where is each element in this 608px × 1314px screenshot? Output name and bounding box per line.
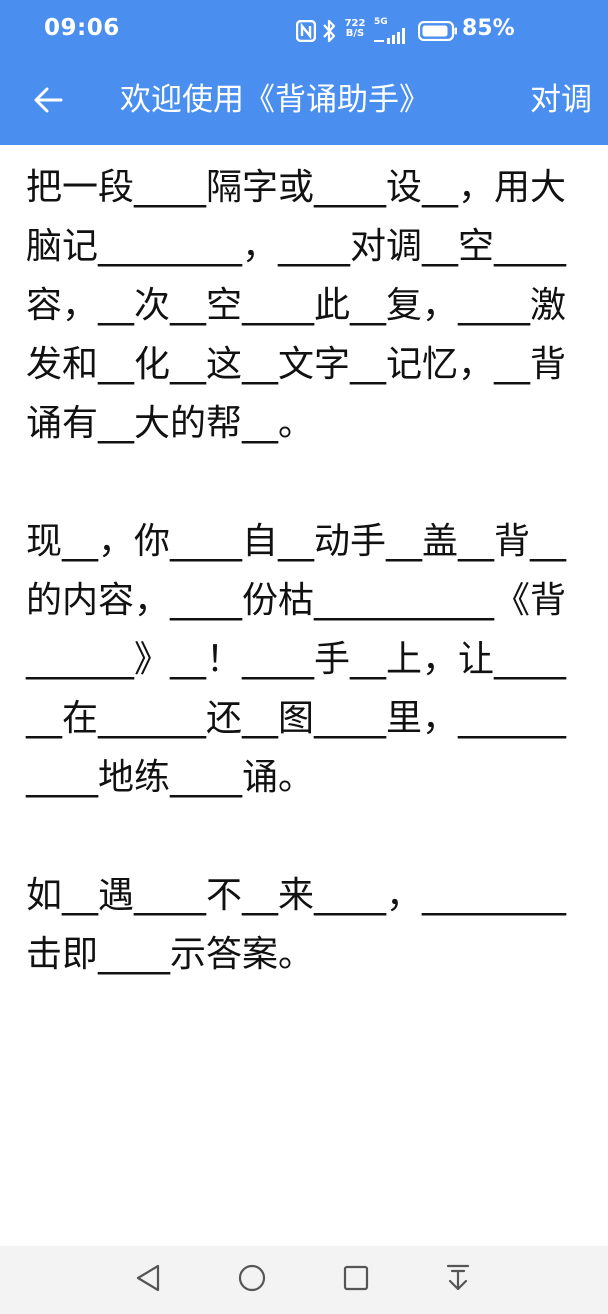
text-paragraph-1[interactable]: 把一段____隔字或____设__，用大脑记________，____对调__空… (26, 158, 582, 453)
text-paragraph-3[interactable]: 如__遇____不__来____，________击即____示答案。 (26, 866, 582, 984)
nfc-icon (296, 20, 316, 42)
page-title: 欢迎使用《背诵助手》 (120, 82, 430, 118)
net-speed-unit: B/S (345, 28, 365, 39)
download-arrow-icon (444, 1263, 472, 1297)
back-button[interactable] (26, 80, 70, 124)
recitation-text: 把一段____隔字或____设__，用大脑记________，____对调__空… (26, 158, 582, 984)
nav-recents-button[interactable] (336, 1260, 376, 1300)
status-bar: 09:06 722 B/S 5G 85% (0, 0, 608, 62)
triangle-back-icon (134, 1263, 162, 1297)
nav-back-button[interactable] (128, 1260, 168, 1300)
battery-percent: 85% (462, 16, 515, 41)
system-nav-bar (0, 1246, 608, 1314)
app-header: 09:06 722 B/S 5G 85% 欢迎使用《背诵助手》 对调 (0, 0, 608, 145)
circle-home-icon (237, 1263, 267, 1297)
bluetooth-icon (322, 19, 336, 43)
battery-icon (418, 21, 458, 41)
arrow-left-icon (33, 87, 63, 117)
swap-button[interactable]: 对调 (530, 80, 592, 120)
nav-home-button[interactable] (232, 1260, 272, 1300)
square-recents-icon (342, 1264, 370, 1296)
signal-strength-icon (374, 28, 410, 44)
toolbar: 欢迎使用《背诵助手》 对调 (0, 62, 608, 145)
nav-down-button[interactable] (438, 1260, 478, 1300)
status-time: 09:06 (44, 15, 120, 41)
net-speed-indicator: 722 B/S (342, 19, 368, 39)
text-paragraph-2[interactable]: 现__，你____自__动手__盖__背__的内容，____份枯________… (26, 512, 582, 807)
net-type-label: 5G (374, 17, 388, 27)
